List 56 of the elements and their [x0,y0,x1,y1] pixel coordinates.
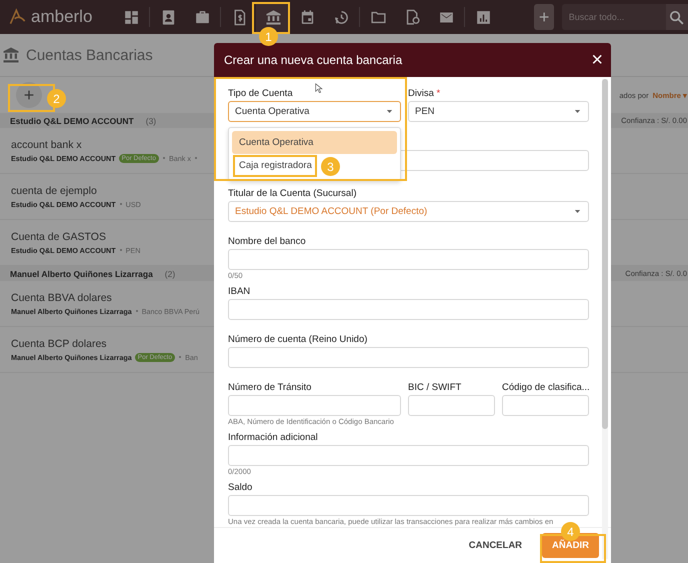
logo-text: amberlo [31,7,92,27]
field-label: Número de cuenta (Reino Unido) [228,333,368,347]
search-button[interactable] [666,4,688,30]
bar-chart-icon [474,8,492,26]
add-button[interactable]: + [534,4,554,30]
input-field[interactable] [228,495,589,516]
input-field[interactable] [228,249,589,270]
select-field[interactable]: PEN [408,101,589,122]
separator-dot [136,310,138,312]
dropdown-option[interactable]: Cuenta Operativa [232,131,397,154]
cancel-button[interactable]: CANCELAR [462,539,528,552]
group-count: (2) [164,268,176,278]
close-button[interactable]: × [591,50,603,70]
separator-dot [120,203,122,205]
page-title: Cuentas Bancarias [26,46,153,64]
dashboard-icon [122,8,140,26]
input-field[interactable] [228,445,589,466]
field-label: IBAN [228,285,250,299]
logo-icon [8,7,28,27]
account-name: Cuenta BCP dolares [11,338,107,350]
group-name: Manuel Alberto Quiñones Lizarraga [10,268,153,278]
field-label: Información adicional [228,431,318,445]
dropdown-option[interactable]: Caja registradora [232,154,314,177]
input-field[interactable] [408,395,495,416]
separator-dot [179,356,182,358]
input-field[interactable] [502,395,589,416]
field-label: Nombre del banco [228,235,306,249]
account-name: cuenta de ejemplo [11,184,97,196]
group-name: Estudio Q&L DEMO ACCOUNT [10,116,134,126]
dialog-title: Crear una nueva cuenta bancaria [224,53,402,67]
pointer-icon [314,81,324,95]
select-field[interactable]: Cuenta Operativa [228,101,401,122]
account-name: Cuenta de GASTOS [11,230,106,242]
account-name: account bank x [11,138,82,150]
input-field[interactable] [228,299,589,320]
field-label: Código de clasifica... [502,381,590,395]
field-label: Saldo [228,481,252,495]
search-icon [668,8,686,26]
group-count: (3) [146,116,156,126]
input-field[interactable] [228,395,401,416]
input-field[interactable] [228,347,589,368]
step-number: 2 [47,89,66,108]
separator-dot [162,157,165,159]
bank-icon [264,8,282,26]
clock-dollar-icon [332,8,350,26]
search-field[interactable]: Buscar todo... [562,4,666,30]
add-button[interactable]: + [16,82,42,108]
field-label: Tipo de Cuenta [228,87,293,101]
account-name: Cuenta BBVA dolares [11,292,112,304]
bank-icon [2,46,20,64]
field-label: BIC / SWIFT [408,381,462,395]
separator-dot [120,249,122,251]
field-label: Divisa * [408,87,440,101]
field-label: Número de Tránsito [228,381,312,395]
field-label: Titular de la Cuenta (Sucursal) [228,187,356,201]
briefcase-icon [194,8,211,26]
